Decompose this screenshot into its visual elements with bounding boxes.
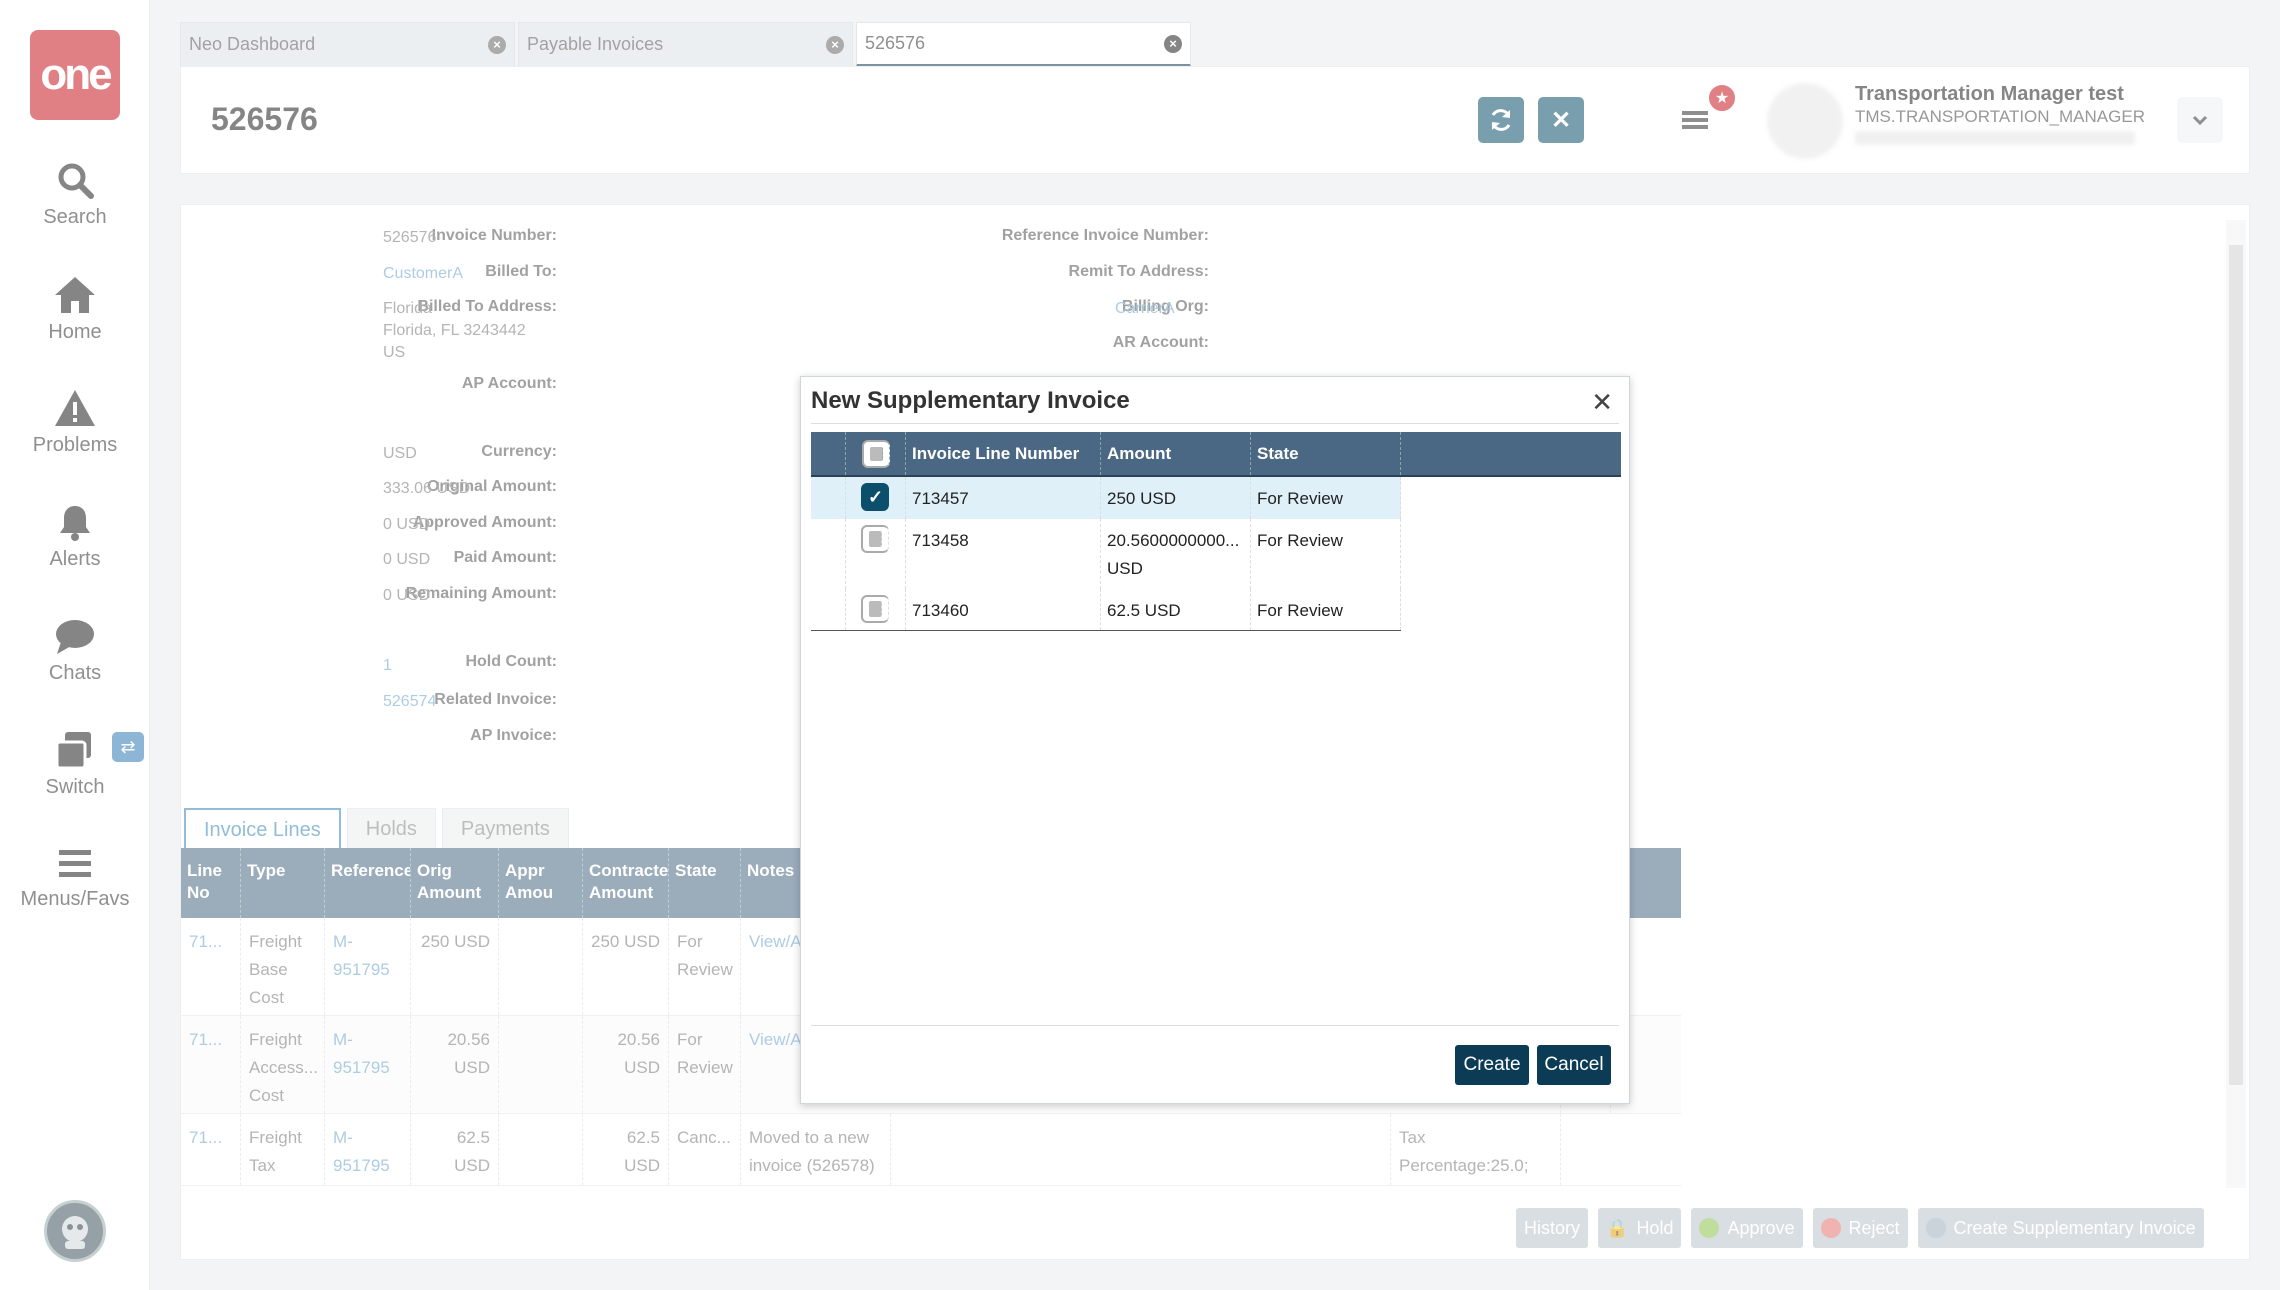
line-number-cell: 713460: [906, 589, 1101, 630]
new-supplementary-invoice-dialog: New Supplementary Invoice ✕ Invoice Line…: [800, 376, 1630, 1104]
grid-header: Invoice Line Number Amount State: [811, 432, 1621, 477]
row-select-cell: [846, 519, 906, 589]
column-spacer: [1401, 432, 1621, 475]
table-row[interactable]: 713460 62.5 USD For Review: [811, 589, 1401, 631]
column-header[interactable]: Amount: [1101, 432, 1251, 475]
row-select-cell: ✓: [846, 477, 906, 519]
line-number-cell: 713458: [906, 519, 1101, 589]
row-spacer: [811, 477, 846, 519]
amount-cell: 62.5 USD: [1101, 589, 1251, 630]
row-checkbox[interactable]: [861, 525, 889, 553]
close-icon[interactable]: ✕: [1591, 387, 1613, 418]
column-spacer: [811, 432, 846, 475]
amount-unit: USD: [1107, 559, 1143, 578]
row-spacer: [811, 589, 846, 630]
create-button[interactable]: Create: [1455, 1045, 1529, 1085]
amount-cell: 20.5600000000... USD: [1101, 519, 1251, 589]
select-all-column: [846, 432, 906, 475]
invoice-lines-selection-grid: Invoice Line Number Amount State ✓ 71345…: [811, 432, 1621, 631]
state-cell: For Review: [1251, 589, 1401, 630]
amount-cell: 250 USD: [1101, 477, 1251, 519]
state-cell: For Review: [1251, 519, 1401, 589]
row-checkbox[interactable]: [861, 595, 889, 623]
cancel-button[interactable]: Cancel: [1537, 1045, 1611, 1085]
amount-value: 20.5600000000...: [1107, 531, 1240, 550]
table-row[interactable]: ✓ 713457 250 USD For Review: [811, 477, 1401, 519]
row-spacer: [811, 519, 846, 589]
line-number-cell: 713457: [906, 477, 1101, 519]
column-header[interactable]: Invoice Line Number: [906, 432, 1101, 475]
column-header[interactable]: State: [1251, 432, 1401, 475]
row-checkbox[interactable]: ✓: [861, 483, 889, 511]
row-select-cell: [846, 589, 906, 630]
dialog-title: New Supplementary Invoice: [811, 387, 1130, 414]
dialog-footer-divider: [811, 1025, 1619, 1026]
divider: [811, 423, 1619, 424]
select-all-checkbox[interactable]: [861, 439, 890, 468]
state-cell: For Review: [1251, 477, 1401, 519]
table-row[interactable]: 713458 20.5600000000... USD For Review: [811, 519, 1401, 589]
